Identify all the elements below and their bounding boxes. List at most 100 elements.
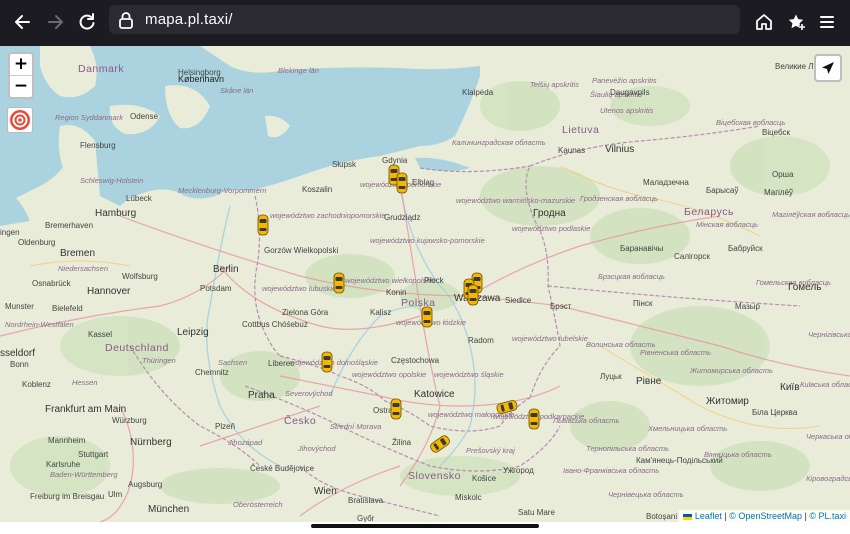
map-label-kaunas: Kaunas (558, 146, 586, 155)
map-label-belarus: Беларусь (684, 206, 734, 218)
map-label-woj-opolskie: województwo opolskie (352, 370, 427, 379)
map-label-woj-slaskie: województwo śląskie (434, 370, 504, 379)
openstreetmap-link[interactable]: © OpenStreetMap (729, 511, 802, 521)
radar-target-button[interactable] (7, 107, 33, 133)
map-view[interactable]: Danmark Helsingborg København Skåne län … (0, 46, 850, 522)
map-label-vicebsk: Віцебск (762, 128, 790, 137)
map-label-cesko: Česko (284, 415, 317, 427)
map-label-sachsen: Sachsen (218, 358, 248, 367)
taxi-marker[interactable] (390, 398, 402, 420)
map-label-baranavichy: Баранавічы (620, 244, 664, 253)
map-label-munster: Munster (5, 302, 34, 311)
forward-icon[interactable] (41, 8, 69, 36)
map-label-schleswig: Schleswig-Holstein (80, 176, 144, 185)
map-label-leipzig: Leipzig (177, 327, 209, 338)
map-label-ceske-budejovice: České Budějovice (250, 464, 315, 473)
url-text[interactable]: mapa.pl.taxi/ (145, 11, 233, 28)
zoom-control: + − (8, 52, 34, 99)
taxi-marker[interactable] (321, 351, 333, 373)
map-label-freiburg: Freiburg im Breisgau (30, 492, 105, 501)
locate-me-button[interactable] (814, 54, 842, 82)
map-label-utenos: Utenos apskritis (600, 106, 654, 115)
ukraine-flag-icon (683, 513, 693, 520)
map-label-homel: Гомель (788, 282, 822, 293)
bookmark-star-icon[interactable] (782, 8, 810, 36)
map-label-stuttgart: Stuttgart (78, 450, 109, 459)
zoom-in-button[interactable]: + (10, 54, 32, 75)
map-label-chemnitz: Chemnitz (195, 368, 229, 377)
map-label-potsdam: Potsdam (200, 284, 232, 293)
address-bar[interactable]: mapa.pl.taxi/ (109, 5, 740, 34)
reload-icon[interactable] (73, 8, 101, 36)
map-label-dusseldorf: sseldorf (0, 348, 36, 359)
map-label-nordrhein: Nordrhein-Westfalen (5, 320, 74, 329)
map-label-pinsk: Пінск (633, 299, 653, 308)
map-label-ternopil: Тернопільська область (586, 444, 669, 453)
map-label-zhytomyr-obl: Житомирська область (690, 366, 773, 375)
menu-icon[interactable] (813, 8, 841, 36)
home-icon[interactable] (750, 8, 778, 36)
leaflet-link[interactable]: Leaflet (695, 511, 722, 521)
map-label-augsburg: Augsburg (128, 480, 163, 489)
map-label-zielona: Zielona Góra (282, 308, 329, 317)
map-label-hamburg: Hamburg (95, 208, 137, 219)
map-label-siedlce: Siedlce (505, 296, 532, 305)
map-label-slovensko: Slovensko (408, 470, 461, 482)
map-label-stredni-morava: Střední Morava (330, 422, 382, 431)
map-label-plock: Płock (424, 276, 444, 285)
map-label-khmelnytsk: Хмельницька область (648, 424, 728, 433)
map-label-czestochowa: Częstochowa (391, 356, 440, 365)
taxi-marker[interactable] (396, 172, 408, 194)
taxi-marker[interactable] (257, 214, 269, 236)
map-label-kyiv-obl: Київська область (800, 380, 850, 389)
zoom-out-button[interactable]: − (10, 76, 32, 97)
map-label-wurzburg: Würzburg (112, 416, 147, 425)
map-label-skane: Skåne län (220, 86, 254, 95)
map-label-hessen: Hessen (72, 378, 98, 387)
lock-icon[interactable] (118, 11, 134, 34)
map-label-karlsruhe: Karlsruhe (46, 460, 81, 469)
map-label-danmark: Danmark (78, 63, 125, 75)
map-label-katowice: Katowice (414, 389, 455, 400)
map-label-blekinge: Blekinge län (278, 66, 319, 75)
map-label-woj-wielkopolskie: województwo wielkopolskie (345, 276, 436, 285)
map-label-bratislava: Bratislava (348, 496, 384, 505)
map-label-salihorsk: Салігорск (674, 252, 710, 261)
map-label-lviv-obl: Львівська область (553, 416, 620, 425)
map-label-liberec: Liberec (268, 359, 295, 368)
map-label-wolfsburg: Wolfsburg (122, 272, 158, 281)
map-label-vitebsk-obl: Віцебская вобласць (716, 118, 786, 127)
map-label-mannheim: Mannheim (48, 436, 86, 445)
taxi-marker[interactable] (421, 306, 433, 328)
map-label-presovsky: Prešovský kraj (466, 446, 515, 455)
map-label-koblenz: Koblenz (22, 380, 51, 389)
map-label-cherkasy: Черкаська область (806, 432, 850, 441)
map-label-woj-dolnoslaskie: województwo dolnośląskie (290, 358, 378, 367)
map-label-ingen: ingen (0, 228, 20, 237)
map-label-rivne: Рівне (636, 376, 662, 387)
map-label-koszalin: Koszalin (302, 185, 333, 194)
map-label-kyiv: Київ (780, 382, 800, 393)
map-label-kalisz: Kalisz (370, 308, 392, 317)
map-label-berlin: Berlin (213, 264, 239, 275)
map-label-plzen: Plzeň (215, 422, 236, 431)
map-label-bremerhaven: Bremerhaven (45, 221, 94, 230)
map-label-osnabruck: Osnabrück (32, 279, 71, 288)
map-label-orsha: Орша (772, 170, 794, 179)
taxi-marker[interactable] (333, 272, 345, 294)
map-label-zilina: Žilina (392, 438, 412, 447)
map-label-ivano: Івано-Франківська область (563, 466, 660, 475)
map-label-klaipeda: Klaipėda (462, 88, 494, 97)
map-label-barysau: Барысаў (706, 186, 739, 195)
map-label-kirovohrad: Кіровоградська область (806, 474, 850, 483)
back-icon[interactable] (9, 8, 37, 36)
map-label-rivne-obl: Рівненська область (640, 348, 712, 357)
taxi-marker[interactable] (528, 408, 540, 430)
map-label-bila: Біла Церква (752, 408, 798, 417)
map-label-hrodna: Гродна (533, 208, 566, 219)
map-label-nurnberg: Nürnberg (130, 437, 172, 448)
home-indicator[interactable] (311, 524, 539, 528)
taxi-marker[interactable] (467, 284, 479, 306)
map-label-flensburg: Flensburg (80, 141, 116, 150)
pltaxi-link[interactable]: © PL.taxi (809, 511, 846, 521)
